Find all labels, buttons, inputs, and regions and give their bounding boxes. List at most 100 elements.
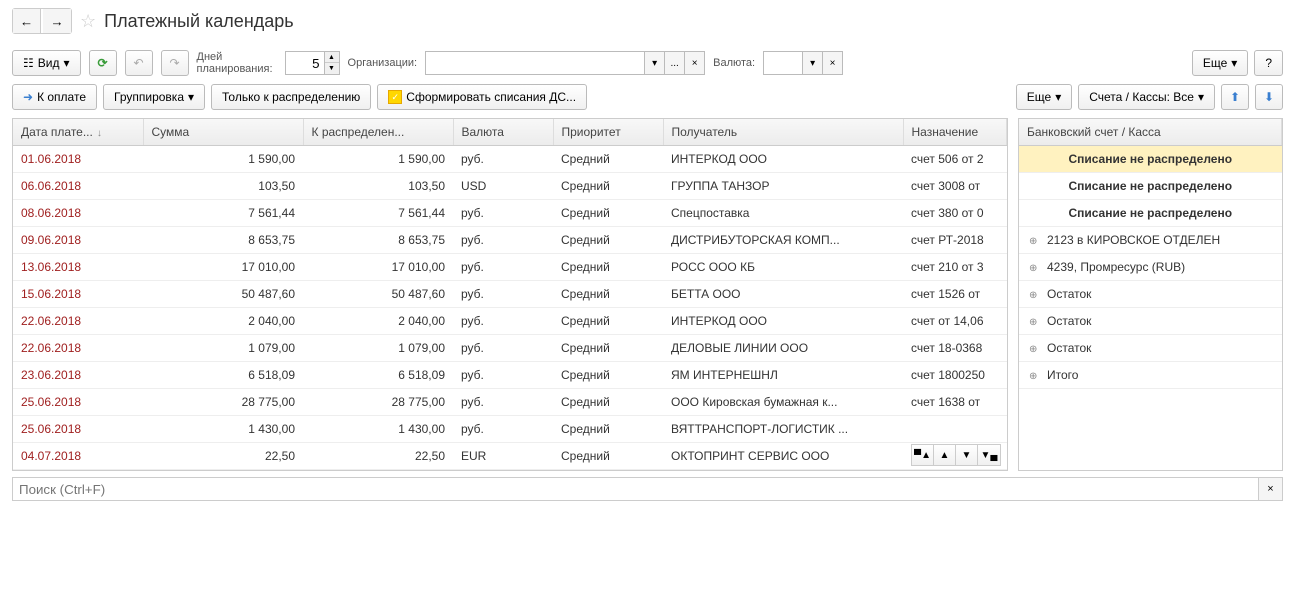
chevron-down-icon: ▾ (1055, 90, 1061, 104)
scroll-bottom-button[interactable]: ▼▄ (978, 445, 1000, 465)
cell-recipient: ООО Кировская бумажная к... (663, 389, 903, 416)
more-button-2[interactable]: Еще ▾ (1016, 84, 1072, 110)
move-up-button[interactable]: ⬆ (1221, 84, 1249, 110)
expand-icon[interactable]: ⊕ (1029, 317, 1041, 328)
cell-recipient: ЯМ ИНТЕРНЕШНЛ (663, 362, 903, 389)
arrow-right-icon: ➜ (23, 90, 33, 104)
side-list-item[interactable]: Списание не распределено (1019, 173, 1282, 200)
days-spin-down[interactable]: ▼ (325, 63, 339, 74)
cell-dist: 1 590,00 (303, 146, 453, 173)
table-row[interactable]: 23.06.20186 518,096 518,09руб.СреднийЯМ … (13, 362, 1007, 389)
cell-purpose: счет 1526 от (903, 281, 1007, 308)
col-priority[interactable]: Приоритет (553, 119, 663, 146)
table-row[interactable]: 04.07.201822,5022,50EURСреднийОКТОПРИНТ … (13, 443, 1007, 470)
more-button-1[interactable]: Еще ▾ (1192, 50, 1248, 76)
cell-currency: руб. (453, 281, 553, 308)
days-input[interactable] (285, 51, 325, 75)
org-input[interactable] (425, 51, 645, 75)
col-date[interactable]: Дата плате...↓ (13, 119, 143, 146)
col-purpose[interactable]: Назначение (903, 119, 1007, 146)
currency-dropdown-button[interactable]: ▾ (803, 51, 823, 75)
expand-icon[interactable]: ⊕ (1029, 371, 1041, 382)
cell-dist: 50 487,60 (303, 281, 453, 308)
table-row[interactable]: 25.06.20181 430,001 430,00руб.СреднийВЯТ… (13, 416, 1007, 443)
cell-purpose: счет 380 от 0 (903, 200, 1007, 227)
redo-button[interactable]: ↷ (161, 50, 189, 76)
refresh-button[interactable]: ⟳ (89, 50, 117, 76)
only-distribute-button[interactable]: Только к распределению (211, 84, 371, 110)
payments-table[interactable]: Дата плате...↓ Сумма К распределен... Ва… (13, 119, 1007, 470)
cell-currency: руб. (453, 146, 553, 173)
side-list-item[interactable]: ⊕ Остаток (1019, 335, 1282, 362)
org-ellipsis-button[interactable]: ... (665, 51, 685, 75)
nav-forward-button[interactable]: → (43, 9, 71, 33)
side-list-item[interactable]: Списание не распределено (1019, 200, 1282, 227)
accounts-button[interactable]: Счета / Кассы: Все ▾ (1078, 84, 1215, 110)
cell-recipient: ИНТЕРКОД ООО (663, 308, 903, 335)
side-list-item[interactable]: ⊕Остаток (1019, 308, 1282, 335)
cell-date: 25.06.2018 (13, 389, 143, 416)
grouping-button[interactable]: Группировка ▾ (103, 84, 205, 110)
col-distribute[interactable]: К распределен... (303, 119, 453, 146)
move-down-button[interactable]: ⬇ (1255, 84, 1283, 110)
side-item-label: Списание не распределено (1068, 179, 1232, 193)
days-spin-up[interactable]: ▲ (325, 52, 339, 63)
expand-icon[interactable]: ⊕ (1029, 290, 1041, 301)
col-currency[interactable]: Валюта (453, 119, 553, 146)
col-recipient[interactable]: Получатель (663, 119, 903, 146)
side-list-item[interactable]: ⊕2123 в КИРОВСКОЕ ОТДЕЛЕН (1019, 227, 1282, 254)
table-row[interactable]: 06.06.2018103,50103,50USDСреднийГРУППА Т… (13, 173, 1007, 200)
side-list-item[interactable]: ⊕Итого (1019, 362, 1282, 389)
cell-date: 25.06.2018 (13, 416, 143, 443)
table-row[interactable]: 22.06.20181 079,001 079,00руб.СреднийДЕЛ… (13, 335, 1007, 362)
side-item-label: Остаток (1047, 341, 1091, 355)
cell-currency: руб. (453, 227, 553, 254)
nav-back-button[interactable]: ← (13, 9, 41, 33)
org-dropdown-button[interactable]: ▾ (645, 51, 665, 75)
side-list-item[interactable]: ⊕4239, Промресурс (RUB) (1019, 254, 1282, 281)
to-pay-button[interactable]: ➜ К оплате (12, 84, 97, 110)
table-row[interactable]: 13.06.201817 010,0017 010,00руб.СреднийР… (13, 254, 1007, 281)
table-row[interactable]: 01.06.20181 590,001 590,00руб.СреднийИНТ… (13, 146, 1007, 173)
view-button-label: Вид (38, 56, 60, 70)
currency-clear-button[interactable]: × (823, 51, 843, 75)
expand-icon[interactable]: ⊕ (1029, 236, 1041, 247)
cell-date: 22.06.2018 (13, 308, 143, 335)
table-row[interactable]: 09.06.20188 653,758 653,75руб.СреднийДИС… (13, 227, 1007, 254)
scroll-top-button[interactable]: ▀▲ (912, 445, 934, 465)
undo-button[interactable]: ↶ (125, 50, 153, 76)
search-clear-button[interactable]: × (1259, 477, 1283, 501)
favorite-star-icon[interactable]: ☆ (80, 11, 96, 32)
cell-purpose: счет 18-0368 (903, 335, 1007, 362)
currency-input[interactable] (763, 51, 803, 75)
expand-icon[interactable]: ⊕ (1029, 344, 1041, 355)
col-sum[interactable]: Сумма (143, 119, 303, 146)
form-writeoffs-button[interactable]: ✓ Сформировать списания ДС... (377, 84, 587, 110)
side-list-item[interactable]: ⊕Остаток (1019, 281, 1282, 308)
help-button[interactable]: ? (1254, 50, 1283, 76)
side-item-cell: ⊕Остаток (1019, 281, 1282, 308)
table-row[interactable]: 22.06.20182 040,002 040,00руб.СреднийИНТ… (13, 308, 1007, 335)
more-button-2-label: Еще (1027, 90, 1051, 104)
scroll-down-button[interactable]: ▼ (956, 445, 978, 465)
table-row[interactable]: 15.06.201850 487,6050 487,60руб.СреднийБ… (13, 281, 1007, 308)
table-row[interactable]: 25.06.201828 775,0028 775,00руб.Средний … (13, 389, 1007, 416)
cell-dist: 1 430,00 (303, 416, 453, 443)
side-item-cell: Списание не распределено (1019, 200, 1282, 227)
expand-icon[interactable]: ⊕ (1029, 263, 1041, 274)
side-col-account[interactable]: Банковский счет / Касса (1019, 119, 1282, 146)
more-button-1-label: Еще (1203, 56, 1227, 70)
cell-sum: 8 653,75 (143, 227, 303, 254)
side-item-cell: ⊕4239, Промресурс (RUB) (1019, 254, 1282, 281)
view-button[interactable]: ☷ Вид ▾ (12, 50, 81, 76)
cell-priority: Средний (553, 362, 663, 389)
table-row[interactable]: 08.06.20187 561,447 561,44руб.СреднийСпе… (13, 200, 1007, 227)
cell-dist: 7 561,44 (303, 200, 453, 227)
org-clear-button[interactable]: × (685, 51, 705, 75)
search-input[interactable] (12, 477, 1259, 501)
to-pay-label: К оплате (37, 90, 86, 104)
side-list-item[interactable]: Списание не распределено (1019, 146, 1282, 173)
scroll-up-button[interactable]: ▲ (934, 445, 956, 465)
cell-date: 13.06.2018 (13, 254, 143, 281)
cell-currency: EUR (453, 443, 553, 470)
